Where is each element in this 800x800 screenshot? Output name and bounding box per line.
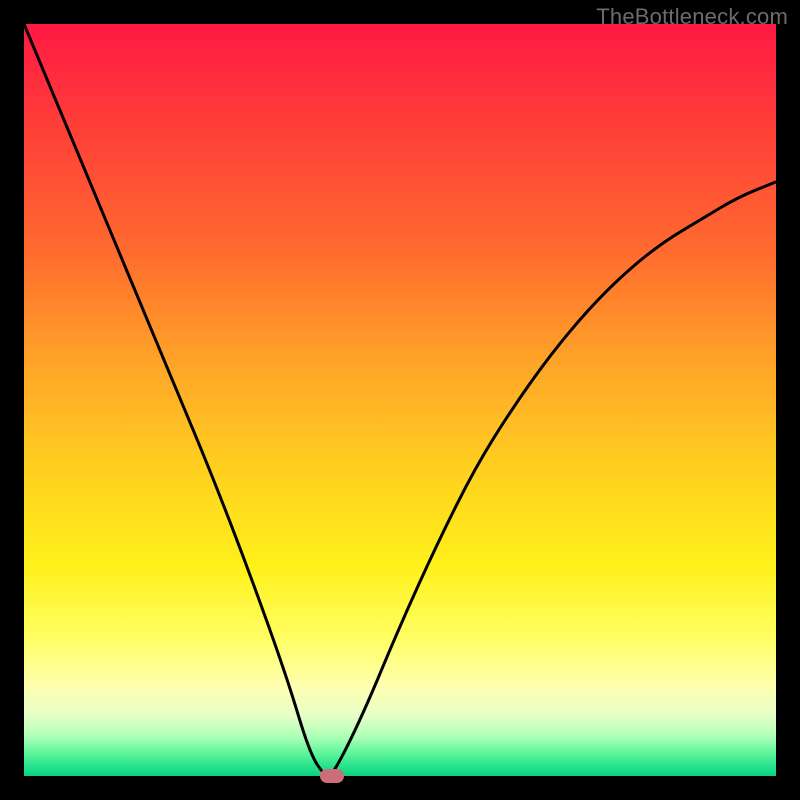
min-marker	[320, 769, 344, 783]
chart-frame: TheBottleneck.com	[0, 0, 800, 800]
bottleneck-curve-path	[24, 24, 776, 776]
curve-svg	[24, 24, 776, 776]
plot-area	[24, 24, 776, 776]
